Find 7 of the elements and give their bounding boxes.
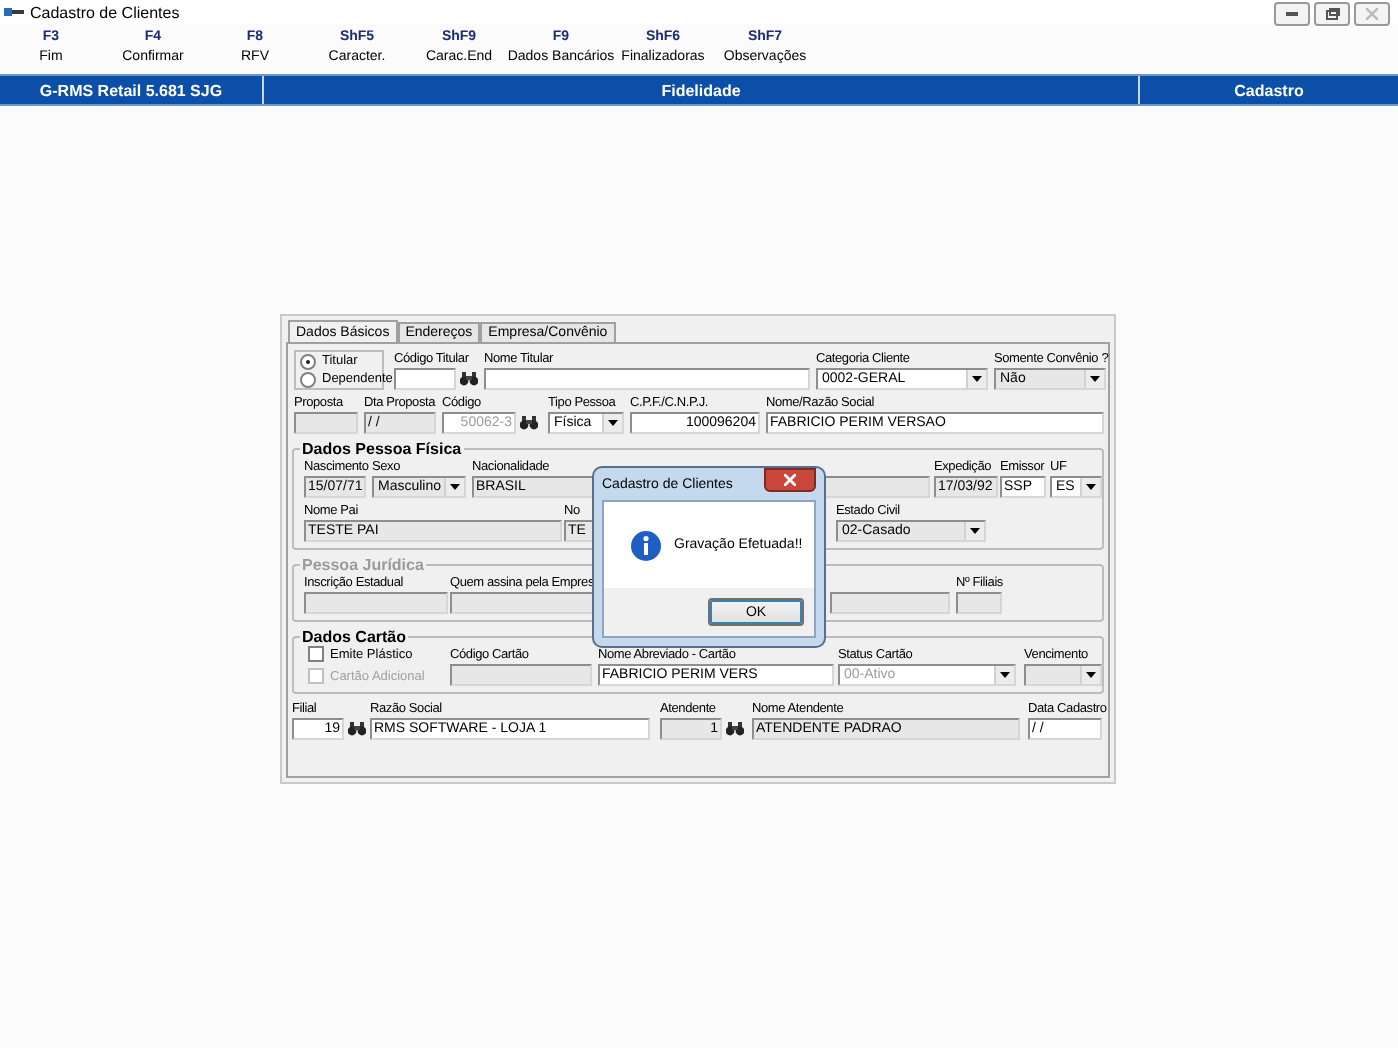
group-title: Dados Pessoa Física [300, 440, 464, 458]
header-text: Fidelidade [661, 81, 741, 99]
group-title: Dados Cartão [300, 628, 409, 646]
header-text: Cadastro [1234, 81, 1304, 99]
group-title: Pessoa Jurídica [300, 556, 426, 574]
header-text: G-RMS Retail 5.681 SJG [39, 81, 223, 99]
window-title: Cadastro de Clientes [30, 3, 182, 21]
